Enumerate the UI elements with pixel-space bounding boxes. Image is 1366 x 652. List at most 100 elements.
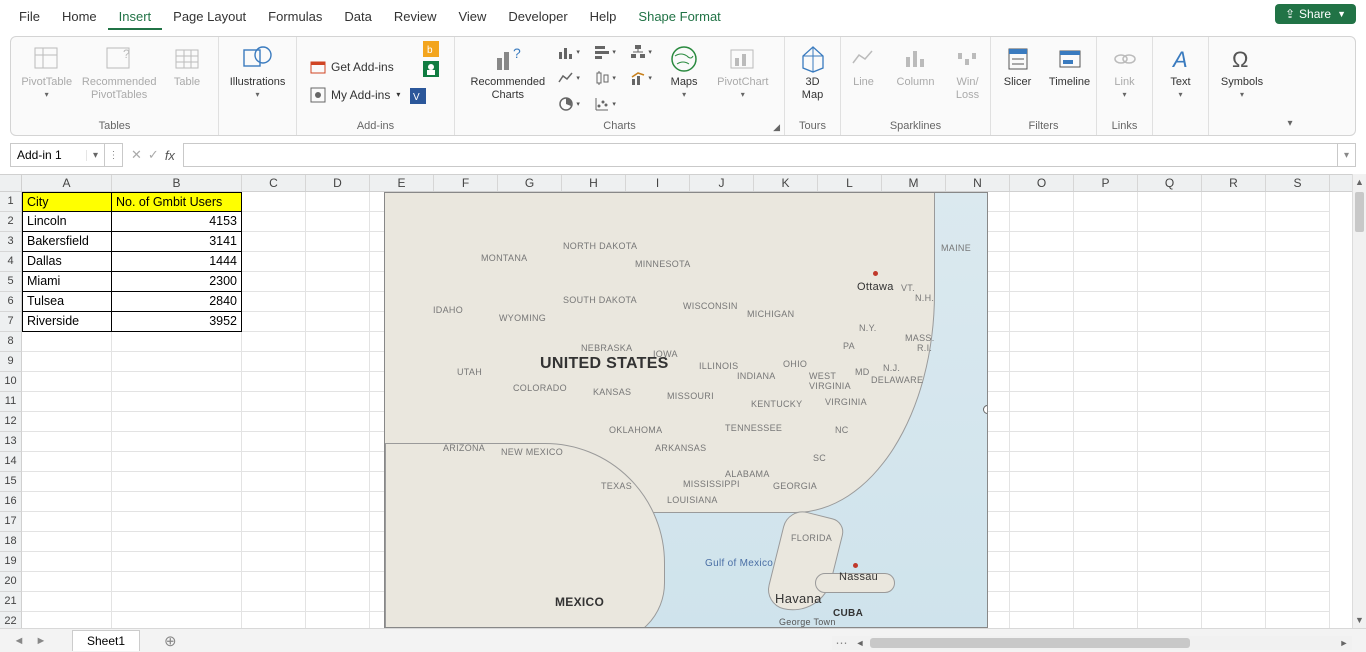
cell-Q19[interactable] [1138,552,1202,572]
cell-D10[interactable] [306,372,370,392]
cell-C6[interactable] [242,292,306,312]
column-header-P[interactable]: P [1074,175,1138,191]
cell-R14[interactable] [1202,452,1266,472]
cell-O20[interactable] [1010,572,1074,592]
cell-P18[interactable] [1074,532,1138,552]
cell-P5[interactable] [1074,272,1138,292]
cell-D16[interactable] [306,492,370,512]
cell-S12[interactable] [1266,412,1330,432]
link-button[interactable]: Link ▾ [1102,41,1148,101]
cell-Q13[interactable] [1138,432,1202,452]
row-header-11[interactable]: 11 [0,392,22,412]
cell-A8[interactable] [22,332,112,352]
hierarchy-chart-button[interactable]: ▾ [627,41,655,63]
cell-A22[interactable] [22,612,112,628]
sheet-nav[interactable]: ◄► [0,635,60,647]
cell-Q20[interactable] [1138,572,1202,592]
cell-C1[interactable] [242,192,306,212]
cell-Q1[interactable] [1138,192,1202,212]
cell-D9[interactable] [306,352,370,372]
menu-help[interactable]: Help [579,3,628,30]
cell-A14[interactable] [22,452,112,472]
cell-P7[interactable] [1074,312,1138,332]
cell-O8[interactable] [1010,332,1074,352]
cell-B2[interactable]: 4153 [112,212,242,232]
cell-R2[interactable] [1202,212,1266,232]
cell-B7[interactable]: 3952 [112,312,242,332]
scroll-thumb[interactable] [870,638,1190,648]
row-header-16[interactable]: 16 [0,492,22,512]
cell-R22[interactable] [1202,612,1266,628]
cell-A7[interactable]: Riverside [22,312,112,332]
column-chart-button[interactable]: ▾ [555,41,583,63]
cell-B22[interactable] [112,612,242,628]
column-header-H[interactable]: H [562,175,626,191]
cell-O21[interactable] [1010,592,1074,612]
cell-R12[interactable] [1202,412,1266,432]
cell-A2[interactable]: Lincoln [22,212,112,232]
cell-C7[interactable] [242,312,306,332]
my-addins-button[interactable]: My Add-ins ▾ [305,84,404,106]
row-header-2[interactable]: 2 [0,212,22,232]
cell-C21[interactable] [242,592,306,612]
cell-D13[interactable] [306,432,370,452]
cell-O2[interactable] [1010,212,1074,232]
cell-Q8[interactable] [1138,332,1202,352]
illustrations-button[interactable]: Illustrations ▾ [227,41,288,101]
cell-D12[interactable] [306,412,370,432]
cell-B4[interactable]: 1444 [112,252,242,272]
name-box[interactable]: Add-in 1 ▾ [10,143,105,167]
cell-S8[interactable] [1266,332,1330,352]
cell-O10[interactable] [1010,372,1074,392]
row-header-10[interactable]: 10 [0,372,22,392]
cell-C8[interactable] [242,332,306,352]
row-header-19[interactable]: 19 [0,552,22,572]
cell-P2[interactable] [1074,212,1138,232]
column-header-C[interactable]: C [242,175,306,191]
cell-C15[interactable] [242,472,306,492]
cell-A15[interactable] [22,472,112,492]
cell-R3[interactable] [1202,232,1266,252]
cell-Q14[interactable] [1138,452,1202,472]
cell-Q7[interactable] [1138,312,1202,332]
cell-S1[interactable] [1266,192,1330,212]
cell-A3[interactable]: Bakersfield [22,232,112,252]
sheet-next-icon[interactable]: ► [30,635,52,647]
add-sheet-button[interactable]: ⊕ [164,632,177,650]
cell-Q22[interactable] [1138,612,1202,628]
row-header-3[interactable]: 3 [0,232,22,252]
recommended-pivottables-button[interactable]: ? Recommended PivotTables [80,41,158,104]
vertical-scrollbar[interactable]: ▲ ▼ [1352,174,1366,628]
cell-S11[interactable] [1266,392,1330,412]
cell-P15[interactable] [1074,472,1138,492]
cell-R11[interactable] [1202,392,1266,412]
select-all-corner[interactable] [0,174,22,192]
cell-O18[interactable] [1010,532,1074,552]
cell-Q4[interactable] [1138,252,1202,272]
cell-D22[interactable] [306,612,370,628]
cell-O22[interactable] [1010,612,1074,628]
cell-P1[interactable] [1074,192,1138,212]
cell-S13[interactable] [1266,432,1330,452]
cell-P4[interactable] [1074,252,1138,272]
cell-C10[interactable] [242,372,306,392]
fx-icon[interactable]: fx [165,148,175,163]
cell-S6[interactable] [1266,292,1330,312]
cell-B8[interactable] [112,332,242,352]
menu-home[interactable]: Home [51,3,108,30]
sparkline-column-button[interactable]: Column [893,41,939,91]
timeline-button[interactable]: Timeline [1047,41,1093,91]
cell-R5[interactable] [1202,272,1266,292]
cell-S5[interactable] [1266,272,1330,292]
line-chart-button[interactable]: ▾ [555,67,583,89]
row-header-5[interactable]: 5 [0,272,22,292]
cell-A4[interactable]: Dallas [22,252,112,272]
cell-A19[interactable] [22,552,112,572]
cell-D3[interactable] [306,232,370,252]
menu-shape-format[interactable]: Shape Format [627,3,731,30]
formula-expand-button[interactable]: ▾ [1338,143,1356,167]
combo-chart-button[interactable]: ▾ [627,67,655,89]
symbols-button[interactable]: Ω Symbols ▾ [1217,41,1267,101]
cancel-icon[interactable]: ✕ [131,147,142,163]
cell-C16[interactable] [242,492,306,512]
